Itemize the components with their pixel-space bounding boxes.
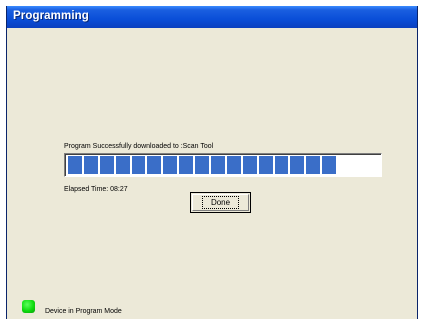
- progress-segment: [99, 156, 114, 174]
- title-bar[interactable]: Programming: [7, 6, 417, 28]
- done-button[interactable]: Done: [190, 192, 251, 213]
- progress-segment: [195, 156, 210, 174]
- progress-segment: [306, 156, 321, 174]
- progress-segment: [258, 156, 273, 174]
- progress-segment: [274, 156, 289, 174]
- status-indicator-icon: [22, 300, 35, 313]
- progress-segment: [322, 156, 337, 174]
- progress-segment: [179, 156, 194, 174]
- window-title: Programming: [13, 10, 89, 22]
- progress-segment: [290, 156, 305, 174]
- progress-segment: [242, 156, 257, 174]
- done-button-label: Done: [201, 196, 240, 209]
- status-indicator-label: Device in Program Mode: [45, 306, 122, 315]
- progress-segment: [68, 156, 82, 174]
- progress-segment: [226, 156, 241, 174]
- progress-segment: [115, 156, 130, 174]
- progress-segment: [83, 156, 98, 174]
- progress-segment: [131, 156, 146, 174]
- status-message: Program Successfully downloaded to :Scan…: [64, 141, 214, 150]
- progress-segment: [211, 156, 225, 174]
- progress-segment: [163, 156, 178, 174]
- elapsed-time: Elapsed Time: 08:27: [64, 184, 128, 193]
- progress-bar: [64, 153, 382, 177]
- progress-segment: [147, 156, 162, 174]
- programming-window: Programming Program Successfully downloa…: [6, 6, 418, 319]
